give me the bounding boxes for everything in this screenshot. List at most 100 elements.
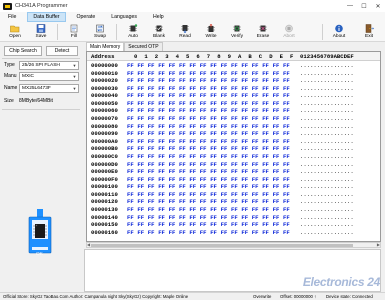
hex-byte[interactable]: FF bbox=[283, 214, 290, 222]
hex-byte[interactable]: FF bbox=[221, 183, 228, 191]
hex-byte[interactable]: FF bbox=[273, 123, 280, 131]
ascii-column[interactable]: ................ bbox=[300, 206, 354, 214]
ascii-column[interactable]: ................ bbox=[300, 145, 354, 153]
hex-byte[interactable]: FF bbox=[179, 107, 186, 115]
hex-byte[interactable]: FF bbox=[262, 153, 269, 161]
swap-button[interactable]: Swap bbox=[87, 22, 113, 42]
hex-byte[interactable]: FF bbox=[200, 183, 207, 191]
hex-byte[interactable]: FF bbox=[273, 183, 280, 191]
hex-byte[interactable]: FF bbox=[210, 161, 217, 169]
hex-byte[interactable]: FF bbox=[158, 176, 165, 184]
hex-byte[interactable]: FF bbox=[262, 100, 269, 108]
hex-byte[interactable]: FF bbox=[137, 92, 144, 100]
hex-byte[interactable]: FF bbox=[241, 123, 248, 131]
menu-data-buffer[interactable]: Data Buffer bbox=[27, 12, 66, 22]
hex-byte[interactable]: FF bbox=[127, 62, 134, 70]
hex-byte[interactable]: FF bbox=[221, 168, 228, 176]
hex-byte[interactable]: FF bbox=[169, 138, 176, 146]
hex-byte[interactable]: FF bbox=[148, 206, 155, 214]
hex-byte[interactable]: FF bbox=[200, 77, 207, 85]
hex-byte[interactable]: FF bbox=[231, 85, 238, 93]
hex-byte[interactable]: FF bbox=[221, 214, 228, 222]
hex-byte[interactable]: FF bbox=[189, 85, 196, 93]
hex-byte[interactable]: FF bbox=[158, 62, 165, 70]
hex-byte[interactable]: FF bbox=[210, 206, 217, 214]
hex-byte[interactable]: FF bbox=[231, 130, 238, 138]
hex-byte[interactable]: FF bbox=[137, 161, 144, 169]
hex-byte[interactable]: FF bbox=[221, 176, 228, 184]
hex-horizontal-scrollbar[interactable]: ◀ ▶ bbox=[86, 242, 381, 248]
hex-byte[interactable]: FF bbox=[127, 130, 134, 138]
hex-byte[interactable]: FF bbox=[179, 85, 186, 93]
hex-byte[interactable]: FF bbox=[273, 161, 280, 169]
hex-byte[interactable]: FF bbox=[179, 206, 186, 214]
hex-byte[interactable]: FF bbox=[283, 191, 290, 199]
hex-byte[interactable]: FF bbox=[273, 191, 280, 199]
hex-byte[interactable]: FF bbox=[241, 130, 248, 138]
ascii-column[interactable]: ................ bbox=[300, 107, 354, 115]
ascii-column[interactable]: ................ bbox=[300, 115, 354, 123]
menu-help[interactable]: Help bbox=[148, 13, 169, 21]
hex-byte[interactable]: FF bbox=[189, 221, 196, 229]
hex-byte[interactable]: FF bbox=[179, 138, 186, 146]
hex-byte[interactable]: FF bbox=[179, 221, 186, 229]
hex-byte[interactable]: FF bbox=[283, 92, 290, 100]
hex-byte[interactable]: FF bbox=[241, 176, 248, 184]
hex-byte[interactable]: FF bbox=[262, 115, 269, 123]
hex-byte[interactable]: FF bbox=[127, 100, 134, 108]
hex-byte[interactable]: FF bbox=[221, 85, 228, 93]
hex-byte[interactable]: FF bbox=[189, 183, 196, 191]
hex-byte[interactable]: FF bbox=[283, 115, 290, 123]
about-button[interactable]: About bbox=[326, 22, 352, 42]
hex-byte[interactable]: FF bbox=[273, 77, 280, 85]
hex-byte[interactable]: FF bbox=[148, 92, 155, 100]
hex-byte[interactable]: FF bbox=[137, 100, 144, 108]
hex-byte[interactable]: FF bbox=[169, 183, 176, 191]
hex-byte[interactable]: FF bbox=[148, 168, 155, 176]
ascii-column[interactable]: ................ bbox=[300, 161, 354, 169]
save-button[interactable]: Save bbox=[28, 22, 54, 42]
hex-byte[interactable]: FF bbox=[137, 123, 144, 131]
hex-byte[interactable]: FF bbox=[169, 214, 176, 222]
hex-byte[interactable]: FF bbox=[252, 70, 259, 78]
hex-byte[interactable]: FF bbox=[241, 229, 248, 237]
hex-byte[interactable]: FF bbox=[189, 138, 196, 146]
hex-byte[interactable]: FF bbox=[283, 62, 290, 70]
hex-byte[interactable]: FF bbox=[210, 62, 217, 70]
hex-byte[interactable]: FF bbox=[210, 198, 217, 206]
hex-byte[interactable]: FF bbox=[231, 153, 238, 161]
hex-byte[interactable]: FF bbox=[169, 168, 176, 176]
hex-byte[interactable]: FF bbox=[210, 107, 217, 115]
tab-secured-otp[interactable]: Secured OTP bbox=[124, 42, 163, 51]
hex-byte[interactable]: FF bbox=[231, 123, 238, 131]
hex-byte[interactable]: FF bbox=[252, 138, 259, 146]
hex-byte[interactable]: FF bbox=[179, 115, 186, 123]
hex-byte[interactable]: FF bbox=[137, 145, 144, 153]
hex-byte[interactable]: FF bbox=[210, 115, 217, 123]
hex-byte[interactable]: FF bbox=[200, 206, 207, 214]
hex-byte[interactable]: FF bbox=[221, 138, 228, 146]
hex-byte[interactable]: FF bbox=[252, 206, 259, 214]
hex-byte[interactable]: FF bbox=[189, 214, 196, 222]
tab-main-memory[interactable]: Main Memory bbox=[86, 42, 125, 51]
hex-byte[interactable]: FF bbox=[273, 145, 280, 153]
hex-byte[interactable]: FF bbox=[169, 221, 176, 229]
hex-byte[interactable]: FF bbox=[137, 176, 144, 184]
hex-byte[interactable]: FF bbox=[221, 206, 228, 214]
hex-byte[interactable]: FF bbox=[179, 176, 186, 184]
hex-byte[interactable]: FF bbox=[221, 191, 228, 199]
hex-byte[interactable]: FF bbox=[221, 77, 228, 85]
ascii-column[interactable]: ................ bbox=[300, 229, 354, 237]
hex-byte[interactable]: FF bbox=[137, 198, 144, 206]
hex-byte[interactable]: FF bbox=[158, 191, 165, 199]
hex-byte[interactable]: FF bbox=[158, 214, 165, 222]
hex-byte[interactable]: FF bbox=[283, 138, 290, 146]
hex-byte[interactable]: FF bbox=[200, 176, 207, 184]
ascii-column[interactable]: ................ bbox=[300, 100, 354, 108]
hex-byte[interactable]: FF bbox=[158, 183, 165, 191]
hex-byte[interactable]: FF bbox=[148, 77, 155, 85]
hex-byte[interactable]: FF bbox=[189, 198, 196, 206]
hex-byte[interactable]: FF bbox=[241, 191, 248, 199]
blank-button[interactable]: Blank bbox=[146, 22, 172, 42]
hex-byte[interactable]: FF bbox=[262, 161, 269, 169]
